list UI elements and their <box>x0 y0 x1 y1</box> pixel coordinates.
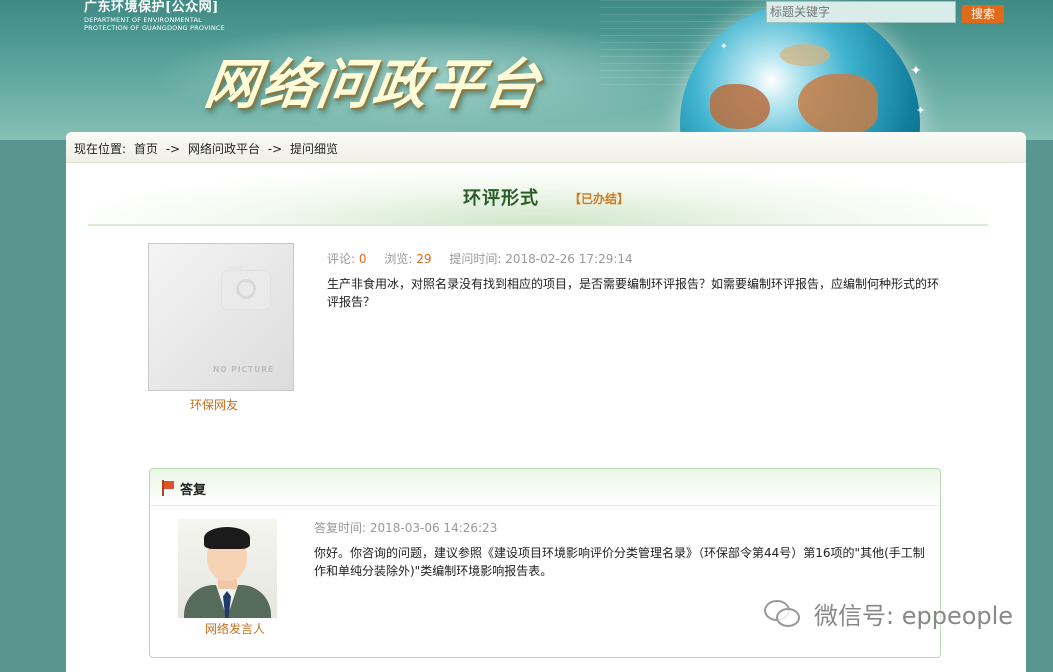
breadcrumb: 现在位置: 首页 -> 网络问政平台 -> 提问细览 <box>74 140 342 157</box>
question-title: 环评形式 <box>463 188 539 209</box>
answer-time-row: 答复时间: 2018-03-06 14:26:23 <box>314 519 497 536</box>
flag-icon <box>161 480 175 496</box>
question-time-label: 提问时间: <box>449 252 502 266</box>
breadcrumb-bar: 现在位置: 首页 -> 网络问政平台 -> 提问细览 <box>66 132 1026 163</box>
main-content: 现在位置: 首页 -> 网络问政平台 -> 提问细览 环评形式 【已办结】 NO… <box>66 132 1026 672</box>
asker-name-link[interactable]: 环保网友 <box>190 396 238 413</box>
wechat-watermark: 微信号: eppeople <box>814 602 1014 630</box>
answer-body: 你好。你咨询的问题，建议参照《建设项目环境影响评价分类管理名录》（环保部令第44… <box>314 546 925 578</box>
breadcrumb-label: 现在位置: <box>74 142 127 156</box>
breadcrumb-separator: -> <box>267 142 283 156</box>
globe-land <box>710 84 770 129</box>
responder-avatar <box>178 519 277 618</box>
question-body: 生产非食用冰，对照名录没有找到相应的项目，是否需要编制环评报告？如需要编制环评报… <box>327 277 940 309</box>
views-label: 浏览: <box>384 252 413 266</box>
sparkle-icon: ✦ <box>916 104 926 117</box>
sparkle-icon: ✦ <box>910 63 922 79</box>
breadcrumb-separator: -> <box>165 142 181 156</box>
question-time: 2018-02-26 17:29:14 <box>505 252 633 266</box>
globe-land <box>780 44 830 66</box>
camera-icon <box>221 266 271 310</box>
breadcrumb-current: 提问细览 <box>290 142 339 156</box>
responder-name-link[interactable]: 网络发言人 <box>205 620 265 637</box>
answer-heading: 答复 <box>180 483 207 498</box>
breadcrumb-home-link[interactable]: 首页 <box>134 142 158 156</box>
globe-land <box>798 74 878 134</box>
site-header: 广东环境保护[公众网] DEPARTMENT OF ENVIRONMENTAL … <box>0 0 1053 140</box>
site-title: 网络问政平台 <box>200 53 546 116</box>
answer-time: 2018-03-06 14:26:23 <box>369 521 498 535</box>
wechat-icon <box>764 598 802 628</box>
views-count: 29 <box>416 252 432 266</box>
logo-dept-en-line2: PROTECTION OF GUANGDONG PROVINCE <box>84 24 225 32</box>
answer-header: 答复 <box>150 469 940 506</box>
logo-name-cn: 广东环境保护[公众网] <box>84 0 219 15</box>
status-badge: 【已办结】 <box>569 192 630 206</box>
search-button[interactable]: 搜索 <box>962 5 1004 23</box>
comments-count: 0 <box>358 252 367 266</box>
search-input[interactable] <box>766 1 956 23</box>
breadcrumb-platform-link[interactable]: 网络问政平台 <box>188 142 260 156</box>
site-logo[interactable]: 广东环境保护[公众网] DEPARTMENT OF ENVIRONMENTAL … <box>84 0 229 34</box>
question-meta: 评论: 0 浏览: 29 提问时间: 2018-02-26 17:29:14 <box>327 250 633 267</box>
logo-dept-en-line1: DEPARTMENT OF ENVIRONMENTAL <box>84 16 202 24</box>
comments-label: 评论: <box>327 252 356 266</box>
no-picture-label: NO PICTURE <box>213 365 275 374</box>
answer-time-label: 答复时间: <box>314 521 367 535</box>
sparkle-icon: ✦ <box>720 42 728 52</box>
asker-avatar: NO PICTURE <box>148 243 294 391</box>
